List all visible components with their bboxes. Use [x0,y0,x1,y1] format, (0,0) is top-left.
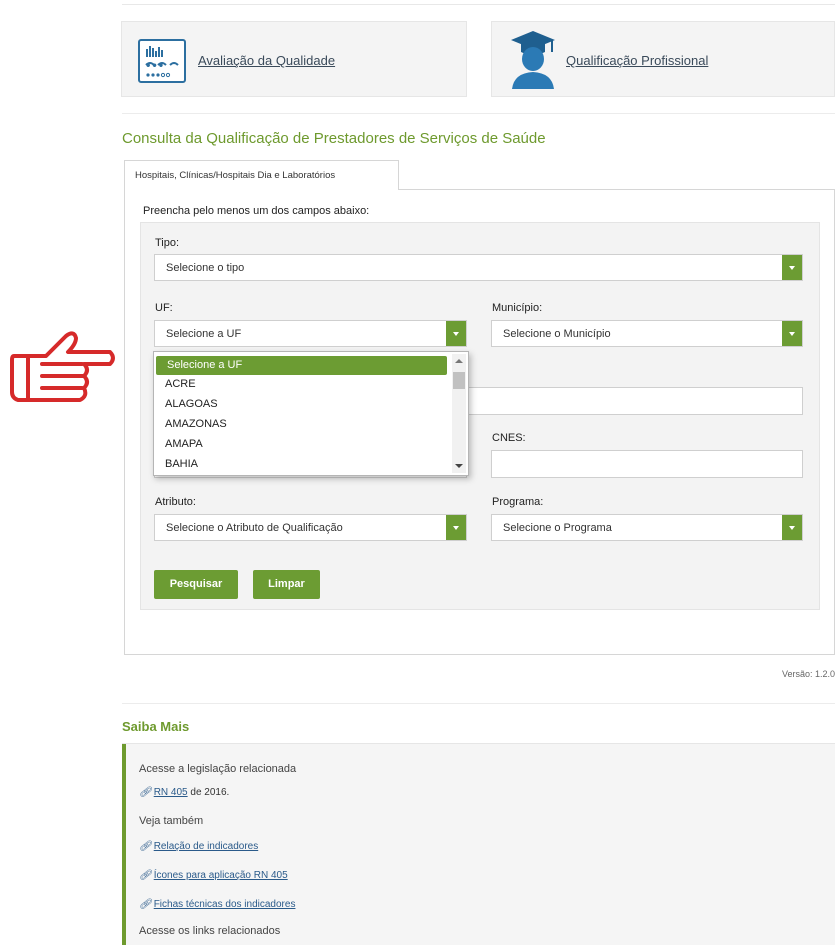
municipio-label: Município: [492,302,543,314]
scroll-down-icon[interactable] [455,464,463,468]
saiba-mais-title: Saiba Mais [122,719,190,734]
top-divider [122,0,835,5]
card-qualificacao-profissional[interactable]: Qualificação Profissional [491,21,835,97]
legislation-heading: Acesse a legislação relacionada [139,763,297,775]
indicadores-link[interactable]: 🔗︎ Relação de indicadores [139,841,258,852]
municipio-select-value: Selecione o Município [503,328,611,340]
link-icon: 🔗︎ [139,899,152,910]
dropdown-scrollbar[interactable] [452,354,466,473]
search-button[interactable]: Pesquisar [154,570,238,599]
form-instruction: Preencha pelo menos um dos campos abaixo… [143,205,370,217]
uf-option[interactable]: ACRE [154,375,447,394]
chevron-down-icon[interactable] [782,515,802,540]
tipo-select[interactable]: Selecione o tipo [154,254,803,281]
link-icon: 🔗︎ [139,841,152,852]
clear-button[interactable]: Limpar [253,570,320,599]
atributo-select[interactable]: Selecione o Atributo de Qualificação [154,514,467,541]
related-links-heading: Acesse os links relacionados [139,925,281,937]
programa-select[interactable]: Selecione o Programa [491,514,803,541]
link-icon: 🔗︎ [139,787,152,798]
pointing-hand-icon [6,328,116,417]
programa-label: Programa: [492,496,544,508]
link-avaliacao-qualidade[interactable]: Avaliação da Qualidade [198,53,335,68]
cnes-input[interactable] [491,450,803,478]
scroll-up-icon[interactable] [455,359,463,363]
uf-dropdown-list[interactable]: Selecione a UF ACRE ALAGOAS AMAZONAS AMA… [153,351,469,476]
card-avaliacao-qualidade[interactable]: ••• Avaliação da Qualidade [121,21,467,97]
link-qualificacao-profissional[interactable]: Qualificação Profissional [566,53,708,68]
uf-label: UF: [155,302,173,314]
municipio-select[interactable]: Selecione o Município [491,320,803,347]
section-divider [122,703,835,704]
tab-hospitais-clinicas[interactable]: Hospitais, Clínicas/Hospitais Dia e Labo… [124,160,399,190]
atributo-select-value: Selecione o Atributo de Qualificação [166,522,343,534]
uf-select[interactable]: Selecione a UF [154,320,467,347]
uf-select-value: Selecione a UF [166,328,242,340]
chart-document-icon: ••• [138,39,186,86]
atributo-label: Atributo: [155,496,196,508]
uf-option[interactable]: BAHIA [154,455,447,474]
link-icon: 🔗︎ [139,870,152,881]
version-label: Versão: 1.2.0 [781,669,835,679]
section-divider [122,113,835,114]
rn405-link[interactable]: 🔗︎ RN 405 de 2016. [139,787,229,798]
cnes-label: CNES: [492,432,526,444]
graduate-user-icon [509,29,557,92]
scroll-thumb[interactable] [453,372,465,389]
uf-option-selected[interactable]: Selecione a UF [156,356,447,375]
see-also-heading: Veja também [139,815,204,827]
programa-select-value: Selecione o Programa [503,522,612,534]
chevron-down-icon[interactable] [446,321,466,346]
page-title: Consulta da Qualificação de Prestadores … [122,130,546,147]
fichas-tecnicas-link[interactable]: 🔗︎ Fichas técnicas dos indicadores [139,899,295,910]
tipo-label: Tipo: [155,237,180,249]
uf-option[interactable]: ALAGOAS [154,395,447,414]
uf-option[interactable]: AMAZONAS [154,415,447,434]
uf-option[interactable]: AMAPA [154,435,447,454]
chevron-down-icon[interactable] [782,255,802,280]
chevron-down-icon[interactable] [446,515,466,540]
chevron-down-icon[interactable] [782,321,802,346]
tipo-select-value: Selecione o tipo [166,262,245,274]
icones-rn405-link[interactable]: 🔗︎ Ícones para aplicação RN 405 [139,870,288,881]
